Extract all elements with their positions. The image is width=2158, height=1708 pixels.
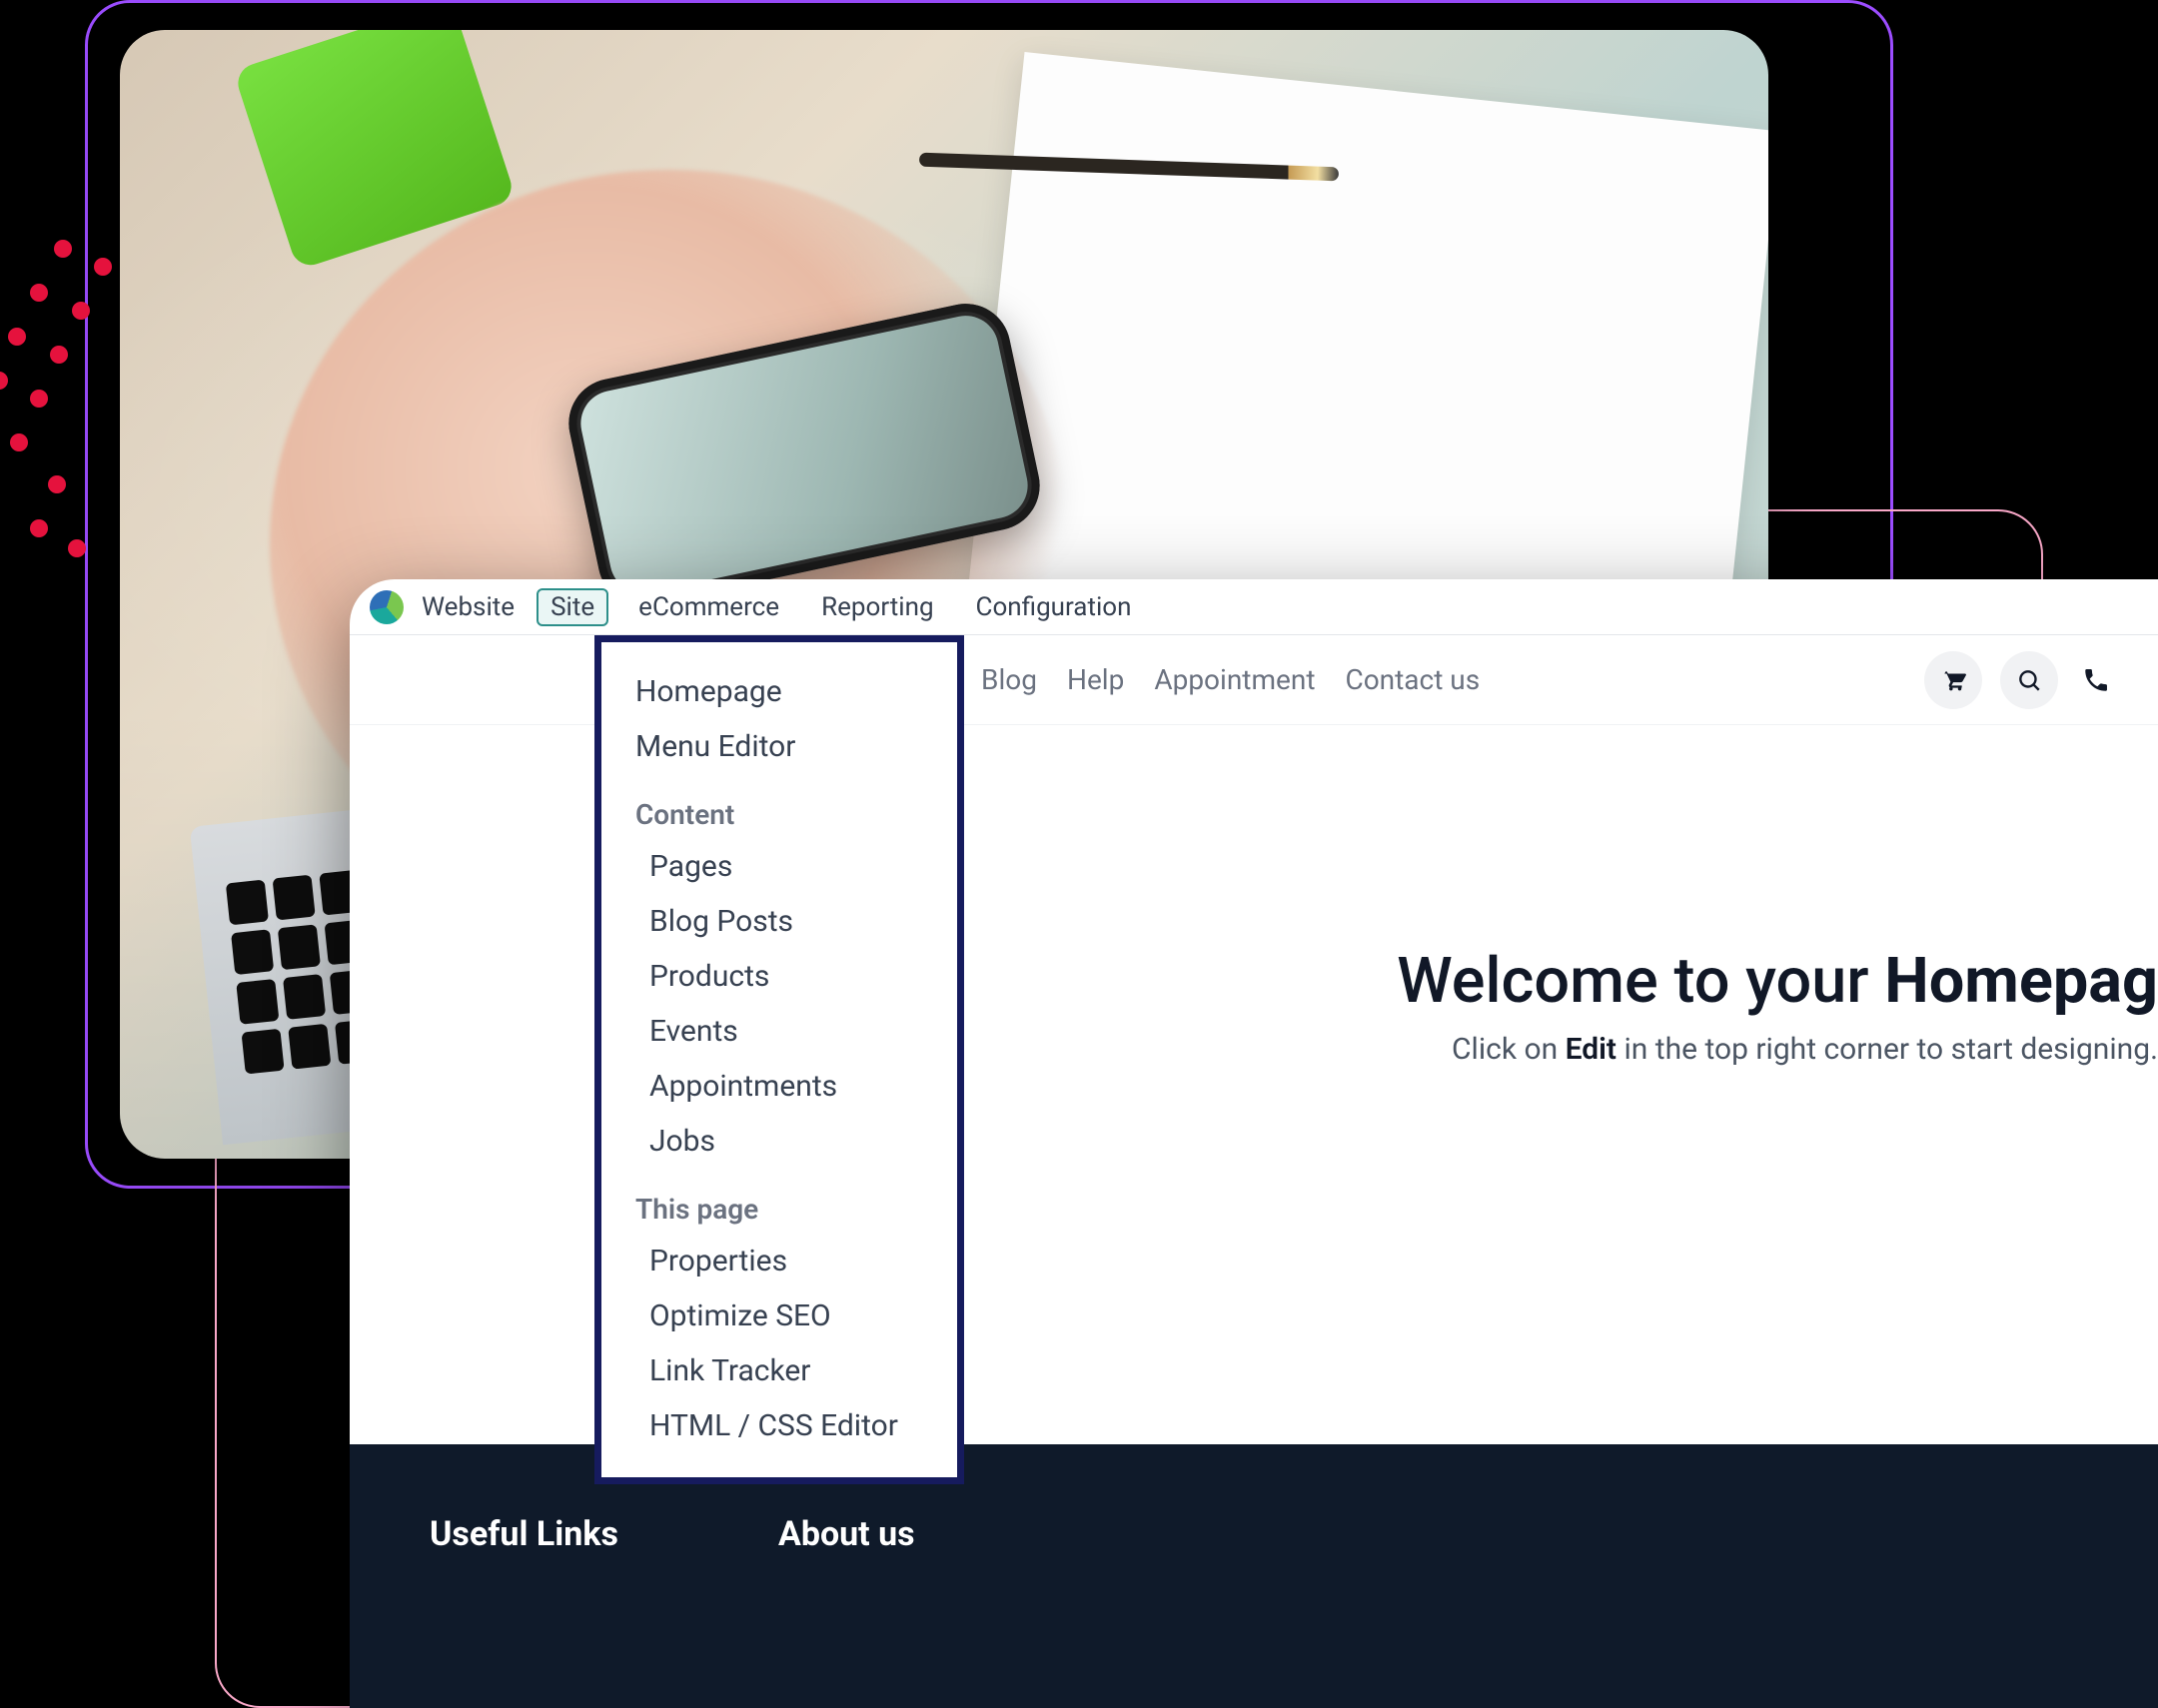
site-dropdown-menu: Homepage Menu Editor Content Pages Blog … <box>594 635 964 1484</box>
dd-homepage[interactable]: Homepage <box>601 664 957 719</box>
dd-link-tracker[interactable]: Link Tracker <box>601 1343 957 1398</box>
app-window: Website Site eCommerce Reporting Configu… <box>350 579 2158 1708</box>
admin-menu-configuration[interactable]: Configuration <box>964 588 1144 626</box>
admin-app-title: Website <box>422 592 515 622</box>
dd-pages[interactable]: Pages <box>601 839 957 894</box>
sub-suffix: in the top right corner to start designi… <box>1617 1032 2158 1067</box>
cart-button[interactable] <box>1924 651 1982 709</box>
dd-blog-posts[interactable]: Blog Posts <box>601 894 957 949</box>
admin-menu-bar: Website Site eCommerce Reporting Configu… <box>350 579 2158 635</box>
dd-section-content: Content <box>601 774 957 839</box>
admin-menu-reporting[interactable]: Reporting <box>809 588 945 626</box>
welcome-heading: Welcome to your Homepag <box>1397 945 2158 1018</box>
decorative-dots <box>0 240 190 589</box>
dd-menu-editor[interactable]: Menu Editor <box>601 719 957 774</box>
admin-menu-site[interactable]: Site <box>537 588 608 626</box>
footer-heading-useful-links: Useful Links <box>430 1514 618 1554</box>
welcome-bold: Homepag <box>1884 945 2158 1018</box>
nav-link-appointment[interactable]: Appointment <box>1154 663 1315 696</box>
footer-col-useful-links: Useful Links <box>430 1514 618 1708</box>
welcome-prefix: Welcome to your <box>1397 945 1884 1018</box>
admin-menu-ecommerce[interactable]: eCommerce <box>626 588 791 626</box>
dd-jobs[interactable]: Jobs <box>601 1114 957 1169</box>
footer-heading-about-us: About us <box>778 1514 915 1554</box>
phone-icon <box>2082 666 2110 694</box>
dd-events[interactable]: Events <box>601 1004 957 1059</box>
dd-properties[interactable]: Properties <box>601 1234 957 1288</box>
dd-html-css-editor[interactable]: HTML / CSS Editor <box>601 1398 957 1453</box>
nav-link-contact[interactable]: Contact us <box>1345 663 1480 696</box>
footer-col-about-us: About us <box>778 1514 915 1708</box>
dd-optimize-seo[interactable]: Optimize SEO <box>601 1288 957 1343</box>
sub-prefix: Click on <box>1452 1032 1566 1067</box>
dd-section-this-page: This page <box>601 1169 957 1234</box>
search-icon <box>2016 667 2042 693</box>
welcome-subtext: Click on Edit in the top right corner to… <box>1397 1032 2158 1067</box>
nav-link-blog[interactable]: Blog <box>981 663 1037 696</box>
sub-bold: Edit <box>1566 1032 1617 1067</box>
app-logo-icon <box>370 590 404 624</box>
nav-link-help[interactable]: Help <box>1067 663 1124 696</box>
cart-icon <box>1940 667 1966 693</box>
dd-appointments[interactable]: Appointments <box>601 1059 957 1114</box>
search-button[interactable] <box>2000 651 2058 709</box>
dd-products[interactable]: Products <box>601 949 957 1004</box>
